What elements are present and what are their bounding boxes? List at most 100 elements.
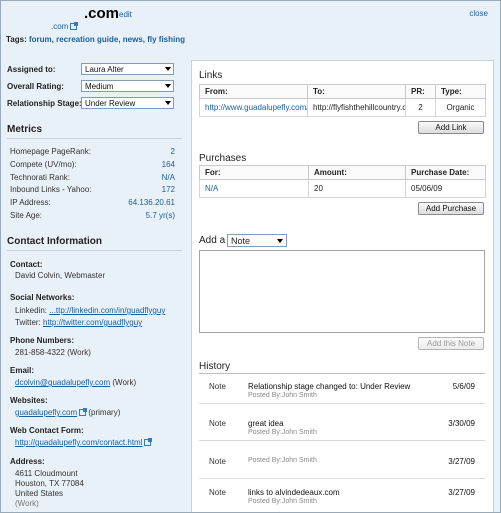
link-pr: 2 bbox=[405, 98, 436, 117]
assigned-value: Laura Alter bbox=[85, 65, 124, 74]
form-label: Web Contact Form: bbox=[10, 426, 84, 435]
purchase-date: 05/06/09 bbox=[405, 179, 486, 198]
assigned-label: Assigned to: bbox=[7, 65, 56, 74]
phone-type: (Work) bbox=[67, 348, 91, 357]
link-to: http://flyfishthehillcountry.co bbox=[307, 98, 406, 117]
history-date: 3/27/09 bbox=[448, 488, 475, 497]
linkedin-label: Linkedin: bbox=[15, 306, 48, 315]
table-header-row: For: Amount: Purchase Date: bbox=[199, 165, 486, 180]
phone-row: 281-858-4322 (Work) bbox=[15, 348, 91, 357]
stage-label: Relationship Stage: bbox=[7, 99, 82, 108]
history-date: 3/27/09 bbox=[448, 457, 475, 466]
table-row: http://www.guadalupefly.com/h http://fly… bbox=[199, 98, 486, 117]
link-type: Organic bbox=[435, 98, 486, 117]
domain-link-text[interactable]: .com bbox=[51, 22, 68, 31]
column-header: Type: bbox=[435, 84, 486, 99]
column-header: PR: bbox=[405, 84, 436, 99]
history-author: Posted By:John Smith bbox=[248, 429, 317, 436]
stage-select[interactable]: Under Review bbox=[81, 97, 174, 109]
metric-row: IP Address: 64.136.20.61 bbox=[10, 198, 175, 208]
address-type: (Work) bbox=[15, 499, 39, 508]
rating-label: Overall Rating: bbox=[7, 82, 64, 91]
header: .com edit close .com Tags: forum, recrea… bbox=[1, 1, 500, 46]
chevron-down-icon bbox=[165, 84, 171, 88]
website-link[interactable]: guadalupefly.com bbox=[15, 408, 77, 417]
contact-form-link[interactable]: http://guadalupefly.com/contact.html bbox=[15, 438, 142, 447]
linkedin-link[interactable]: ...ttp://linkedin.com/in/guadflyguy bbox=[49, 306, 165, 315]
rating-value: Medium bbox=[85, 82, 114, 91]
contact-value: David Colvin, Webmaster bbox=[15, 271, 106, 280]
metric-row: Technorati Rank: N/A bbox=[10, 173, 175, 183]
relationship-detail-window: .com edit close .com Tags: forum, recrea… bbox=[0, 0, 501, 513]
website-type: (primary) bbox=[88, 408, 121, 417]
address-line: 4611 Cloudmount bbox=[15, 469, 78, 478]
metric-label: Technorati Rank: bbox=[10, 173, 71, 182]
links-table: From: To: PR: Type: http://www.guadalupe… bbox=[199, 84, 486, 117]
history-author: Posted By:John Smith bbox=[248, 457, 317, 464]
edit-link[interactable]: edit bbox=[119, 10, 132, 19]
stage-value: Under Review bbox=[85, 99, 136, 108]
phone-value: 281-858-4322 bbox=[15, 348, 65, 357]
metric-label: IP Address: bbox=[10, 198, 51, 207]
column-header: For: bbox=[199, 165, 309, 180]
tags-row: Tags: forum, recreation guide, news, fly… bbox=[6, 35, 185, 44]
metric-label: Homepage PageRank: bbox=[10, 147, 91, 156]
metric-value[interactable]: N/A bbox=[162, 173, 175, 182]
rating-select[interactable]: Medium bbox=[81, 80, 174, 92]
chevron-down-icon bbox=[165, 67, 171, 71]
address-line: Houston, TX 77084 bbox=[15, 479, 84, 488]
purchases-title: Purchases bbox=[199, 153, 247, 164]
address-line: United States bbox=[15, 489, 64, 498]
external-link-icon bbox=[70, 22, 79, 30]
metric-row: Homepage PageRank: 2 bbox=[10, 147, 175, 157]
add-link-button[interactable]: Add Link bbox=[418, 121, 484, 134]
domain-link[interactable]: .com bbox=[51, 22, 79, 31]
chevron-down-icon bbox=[165, 101, 171, 105]
metric-value[interactable]: 5.7 yr(s) bbox=[146, 211, 175, 220]
metric-value[interactable]: 2 bbox=[171, 147, 175, 156]
history-item: Note great idea Posted By:John Smith 3/3… bbox=[199, 411, 485, 441]
link-from[interactable]: http://www.guadalupefly.com/h bbox=[205, 103, 307, 112]
tags-list[interactable]: forum, recreation guide, news, fly fishi… bbox=[29, 35, 185, 44]
history-type: Note bbox=[209, 419, 226, 428]
email-row: dcolvin@guadalupefly.com (Work) bbox=[15, 378, 136, 387]
websites-label: Websites: bbox=[10, 396, 48, 405]
history-message: great idea bbox=[248, 419, 284, 428]
email-link[interactable]: dcolvin@guadalupefly.com bbox=[15, 378, 110, 387]
metric-row: Site Age: 5.7 yr(s) bbox=[10, 211, 175, 221]
assigned-select[interactable]: Laura Alter bbox=[81, 63, 174, 75]
purchase-amount: 20 bbox=[308, 179, 406, 198]
column-header: To: bbox=[307, 84, 406, 99]
metric-label: Site Age: bbox=[10, 211, 43, 220]
divider bbox=[7, 250, 182, 251]
column-header: From: bbox=[199, 84, 308, 99]
metric-value[interactable]: 64.136.20.61 bbox=[128, 198, 175, 207]
purchases-table: For: Amount: Purchase Date: N/A 20 05/06… bbox=[199, 165, 486, 198]
history-author: Posted By:John Smith bbox=[248, 498, 317, 505]
add-purchase-button[interactable]: Add Purchase bbox=[418, 202, 484, 215]
metric-row: Compete (UV/mo): 164 bbox=[10, 160, 175, 170]
email-type: (Work) bbox=[112, 378, 137, 387]
metric-value[interactable]: 172 bbox=[162, 185, 175, 194]
history-date: 5/6/09 bbox=[452, 382, 475, 391]
twitter-link[interactable]: http://twitter.com/guadflyguy bbox=[43, 318, 142, 327]
note-textarea[interactable] bbox=[199, 250, 485, 333]
email-label: Email: bbox=[10, 366, 35, 375]
divider bbox=[7, 138, 182, 139]
add-note-button[interactable]: Add this Note bbox=[418, 337, 484, 350]
twitter-row: Twitter: http://twitter.com/guadflyguy bbox=[15, 318, 142, 327]
note-type-select[interactable]: Note bbox=[227, 234, 287, 247]
table-header-row: From: To: PR: Type: bbox=[199, 84, 486, 99]
close-link[interactable]: close bbox=[469, 9, 488, 18]
metric-value[interactable]: 164 bbox=[162, 160, 175, 169]
history-title: History bbox=[199, 361, 231, 372]
add-a-label: Add a bbox=[199, 235, 226, 246]
history-item: Note links to alvindedeaux.com Posted By… bbox=[199, 480, 485, 510]
history-date: 3/30/09 bbox=[448, 419, 475, 428]
history-item: Note Posted By:John Smith 3/27/09 bbox=[199, 449, 485, 479]
history-type: Note bbox=[209, 488, 226, 497]
phone-label: Phone Numbers: bbox=[10, 336, 75, 345]
purchase-for[interactable]: N/A bbox=[205, 184, 218, 193]
address-label: Address: bbox=[10, 457, 45, 466]
tags-label: Tags: bbox=[6, 35, 27, 44]
